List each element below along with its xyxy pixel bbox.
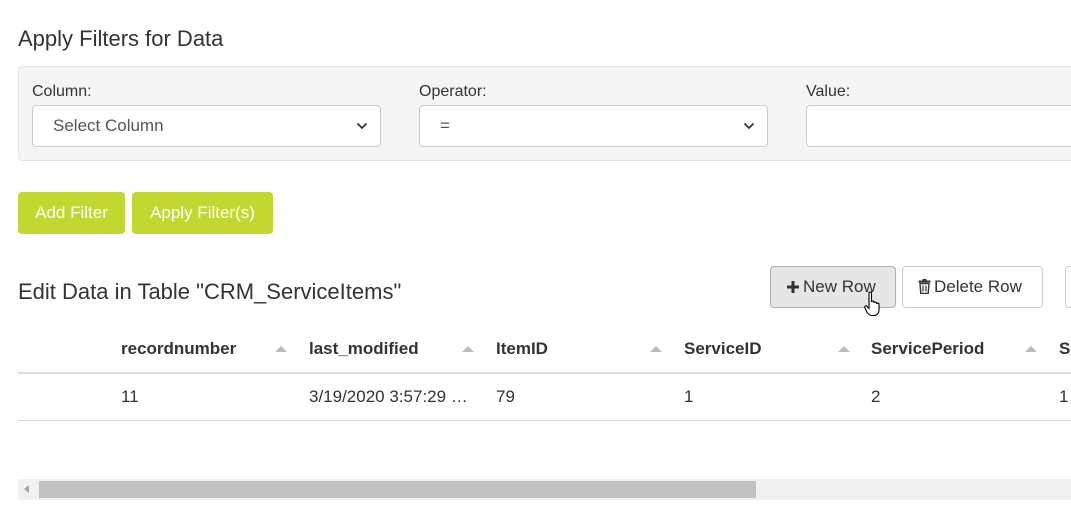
grid-header: recordnumber last_modified ItemID Servic…	[18, 326, 1071, 374]
value-input[interactable]	[806, 105, 1071, 147]
cell-serviceperiod[interactable]: 2	[871, 374, 1041, 420]
column-select-value: Select Column	[53, 116, 164, 135]
operator-label: Operator:	[419, 83, 487, 100]
cell-last-modified[interactable]: 3/19/2020 3:57:29 …	[309, 374, 477, 420]
column-header-partial[interactable]: S	[1059, 326, 1070, 372]
sort-asc-icon[interactable]	[650, 346, 662, 352]
plus-icon	[787, 281, 799, 293]
scrollbar-thumb[interactable]	[39, 481, 756, 498]
column-label: Column:	[32, 83, 92, 100]
column-header-itemid[interactable]: ItemID	[496, 326, 548, 372]
hand-cursor-icon	[864, 291, 880, 317]
trash-icon	[918, 279, 931, 295]
cell-recordnumber[interactable]: 11	[121, 374, 291, 420]
cell-serviceid[interactable]: 1	[684, 374, 854, 420]
apply-filters-button[interactable]: Apply Filter(s)	[132, 192, 273, 234]
sort-asc-icon[interactable]	[1025, 346, 1037, 352]
column-header-serviceid[interactable]: ServiceID	[684, 326, 762, 372]
data-grid: recordnumber last_modified ItemID Servic…	[18, 326, 1071, 421]
chevron-down-icon	[356, 122, 368, 130]
table-row[interactable]: 11 3/19/2020 3:57:29 … 79 1 2 1	[18, 374, 1071, 421]
add-filter-button[interactable]: Add Filter	[18, 192, 125, 234]
column-header-last-modified[interactable]: last_modified	[309, 326, 419, 372]
operator-select-value: =	[440, 116, 450, 135]
sort-asc-icon[interactable]	[838, 346, 850, 352]
horizontal-scrollbar[interactable]	[18, 479, 1071, 500]
table-title: Edit Data in Table "CRM_ServiceItems"	[18, 279, 402, 304]
filters-title: Apply Filters for Data	[18, 26, 224, 51]
filter-panel: Column: Select Column Operator: = Value:	[18, 66, 1071, 161]
column-header-serviceperiod[interactable]: ServicePeriod	[871, 326, 984, 372]
value-label: Value:	[806, 83, 851, 100]
delete-row-button[interactable]: Delete Row	[902, 266, 1043, 308]
sort-asc-icon[interactable]	[275, 346, 287, 352]
sort-asc-icon[interactable]	[462, 346, 474, 352]
operator-select[interactable]: =	[419, 105, 768, 147]
cell-partial[interactable]: 1	[1059, 374, 1071, 420]
scroll-left-arrow-icon[interactable]	[24, 485, 29, 493]
toolbar-button-partial[interactable]	[1065, 266, 1071, 308]
delete-row-label: Delete Row	[934, 277, 1022, 296]
cell-itemid[interactable]: 79	[496, 374, 666, 420]
column-select[interactable]: Select Column	[32, 105, 381, 147]
chevron-down-icon	[743, 122, 755, 130]
column-header-recordnumber[interactable]: recordnumber	[121, 326, 236, 372]
